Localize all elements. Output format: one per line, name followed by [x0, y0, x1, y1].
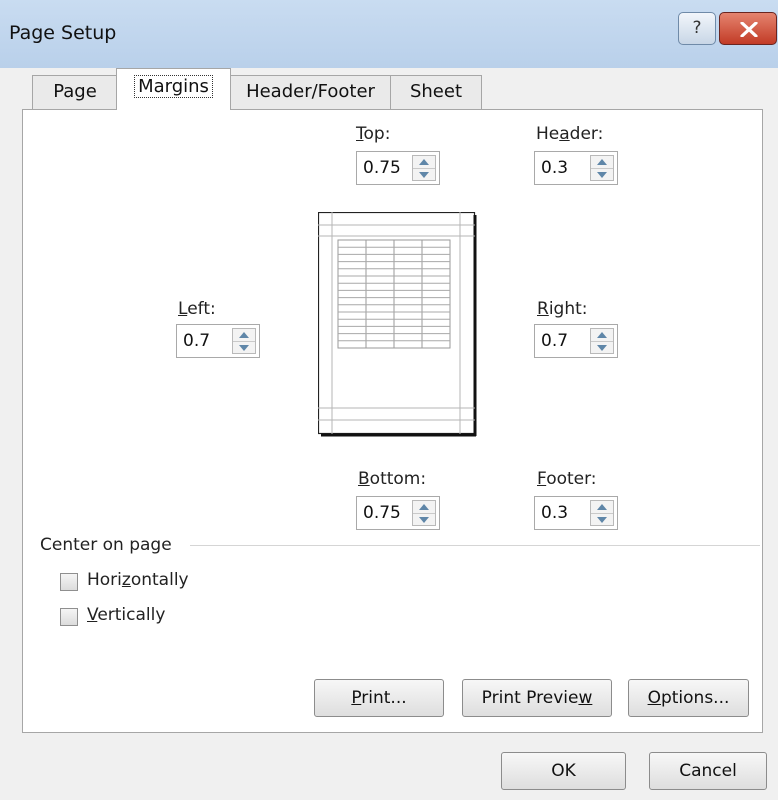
spinner-arrows-icon[interactable] [590, 328, 614, 354]
right-label: Right: [537, 299, 588, 319]
bottom-margin-spinner[interactable]: 0.75 [356, 496, 440, 530]
tab-page[interactable]: Page [32, 75, 118, 109]
right-margin-value[interactable]: 0.7 [541, 331, 568, 351]
top-label: Top: [356, 124, 391, 144]
cancel-button[interactable]: Cancel [649, 752, 767, 790]
tab-header-footer[interactable]: Header/Footer [229, 75, 392, 109]
spinner-arrows-icon[interactable] [232, 328, 256, 354]
help-button[interactable]: ? [678, 12, 716, 45]
vertically-checkbox[interactable] [60, 608, 78, 626]
header-margin-value[interactable]: 0.3 [541, 158, 568, 178]
footer-margin-value[interactable]: 0.3 [541, 503, 568, 523]
header-label: Header: [536, 124, 604, 144]
ok-button[interactable]: OK [501, 752, 626, 790]
page-preview-image [318, 212, 477, 437]
left-label: Left: [178, 299, 216, 319]
left-margin-spinner[interactable]: 0.7 [176, 324, 260, 358]
tab-sheet[interactable]: Sheet [390, 75, 482, 109]
left-margin-value[interactable]: 0.7 [183, 331, 210, 351]
vertically-label[interactable]: Vertically [87, 605, 165, 625]
top-margin-spinner[interactable]: 0.75 [356, 151, 440, 185]
spinner-arrows-icon[interactable] [412, 500, 436, 526]
bottom-margin-value[interactable]: 0.75 [363, 503, 401, 523]
print-button[interactable]: Print... [314, 679, 444, 717]
page-setup-dialog: Page Setup ? Page Margins Header/Footer … [0, 0, 778, 800]
options-button[interactable]: Options... [628, 679, 749, 717]
spinner-arrows-icon[interactable] [590, 500, 614, 526]
help-icon: ? [692, 18, 702, 38]
center-on-page-heading: Center on page [40, 535, 172, 555]
group-separator [190, 545, 760, 546]
tab-header-footer-label: Header/Footer [246, 81, 375, 102]
horizontally-label[interactable]: Horizontally [87, 570, 189, 590]
spinner-arrows-icon[interactable] [590, 155, 614, 181]
bottom-label: Bottom: [358, 469, 427, 489]
right-margin-spinner[interactable]: 0.7 [534, 324, 618, 358]
footer-margin-spinner[interactable]: 0.3 [534, 496, 618, 530]
footer-label: Footer: [537, 469, 597, 489]
top-margin-value[interactable]: 0.75 [363, 158, 401, 178]
tab-page-label: Page [53, 81, 97, 102]
close-icon [740, 22, 758, 37]
window-title: Page Setup [9, 22, 117, 44]
tab-margins-label: Margins [134, 75, 213, 98]
header-margin-spinner[interactable]: 0.3 [534, 151, 618, 185]
close-button[interactable] [719, 12, 777, 45]
tab-margins[interactable]: Margins [116, 68, 231, 110]
tab-sheet-label: Sheet [409, 81, 463, 102]
title-bar[interactable]: Page Setup ? [0, 0, 778, 68]
print-preview-button[interactable]: Print Preview [462, 679, 612, 717]
horizontally-checkbox[interactable] [60, 573, 78, 591]
spinner-arrows-icon[interactable] [412, 155, 436, 181]
